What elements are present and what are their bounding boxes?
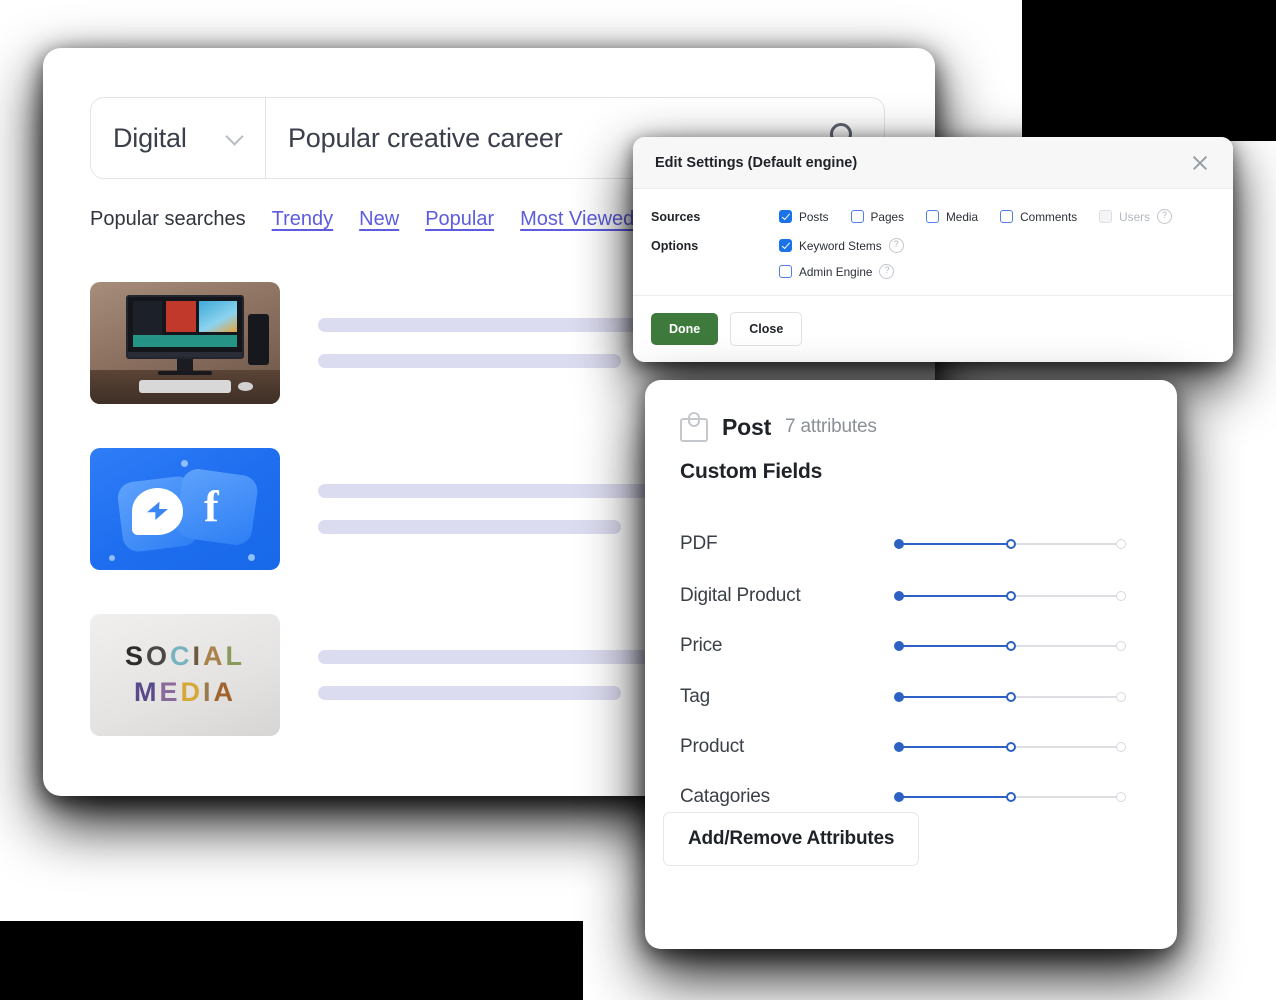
add-remove-attributes-button[interactable]: Add/Remove Attributes <box>663 812 920 866</box>
checkbox-label: Keyword Stems <box>799 238 882 253</box>
field-slider-product[interactable] <box>894 739 1126 755</box>
field-slider-catagories[interactable] <box>894 789 1126 805</box>
checkbox-box[interactable] <box>925 210 939 223</box>
checkbox-label: Admin Engine <box>799 264 873 279</box>
result-thumbnail-social-media: SOCIAL MEDIA <box>90 614 280 736</box>
options-row: Options Keyword Stems ? Admin Engine ? <box>651 238 1211 279</box>
popular-searches-label: Popular searches <box>90 208 246 230</box>
checkbox-admin-engine[interactable]: Admin Engine ? <box>779 264 904 279</box>
placeholder-bar <box>318 520 621 534</box>
checkbox-comments[interactable]: Comments <box>1000 210 1077 224</box>
dialog-footer: Done Close <box>633 295 1233 362</box>
close-icon[interactable] <box>1189 152 1211 174</box>
category-select-label: Digital <box>113 122 187 153</box>
checkbox-keyword-stems[interactable]: Keyword Stems ? <box>779 238 904 253</box>
page-title: Post <box>722 413 772 440</box>
popular-link-new[interactable]: New <box>359 208 399 231</box>
chevron-down-icon <box>227 130 243 146</box>
popular-link-most-viewed[interactable]: Most Viewed <box>520 208 634 231</box>
field-label: Catagories <box>680 786 770 807</box>
social-thumb-line2: MEDIA <box>133 677 237 708</box>
checkbox-users: Users ? <box>1099 209 1172 224</box>
popular-link-trendy[interactable]: Trendy <box>272 208 334 231</box>
shopping-bag-icon <box>680 412 708 442</box>
attributes-count: 7 attributes <box>785 416 877 437</box>
placeholder-bar <box>318 686 621 700</box>
checkbox-box[interactable] <box>779 239 792 252</box>
dialog-title: Edit Settings (Default engine) <box>655 154 858 171</box>
transparent-region-bottom-left <box>0 921 583 1000</box>
checkbox-label: Posts <box>799 209 829 224</box>
field-row-tag: Tag <box>680 686 1142 708</box>
question-mark-icon[interactable]: ? <box>879 264 895 279</box>
checkbox-label: Users <box>1119 209 1150 224</box>
checkbox-box <box>1099 210 1113 223</box>
placeholder-bar <box>318 354 621 368</box>
field-label: Tag <box>680 686 711 707</box>
result-thumbnail-video-editing <box>90 282 280 404</box>
field-slider-tag[interactable] <box>894 689 1126 705</box>
result-thumbnail-facebook-messenger: f <box>90 448 280 570</box>
checkbox-label: Pages <box>870 209 904 224</box>
field-label: Price <box>680 635 723 656</box>
checkbox-box[interactable] <box>850 210 864 223</box>
post-panel-header: Post 7 attributes <box>680 412 877 442</box>
done-button[interactable]: Done <box>651 313 719 345</box>
field-row-pdf: PDF <box>680 533 1142 555</box>
field-row-price: Price <box>680 635 1142 657</box>
field-slider-price[interactable] <box>894 638 1126 654</box>
field-label: Product <box>680 736 745 757</box>
popular-link-popular[interactable]: Popular <box>425 208 494 231</box>
checkbox-posts[interactable]: Posts <box>779 210 829 224</box>
options-label: Options <box>651 239 699 253</box>
custom-fields-heading: Custom Fields <box>680 460 823 483</box>
field-slider-pdf[interactable] <box>894 536 1126 552</box>
cancel-button[interactable]: Close <box>730 312 803 346</box>
post-attributes-panel: Post 7 attributes Custom Fields PDF Digi… <box>645 380 1177 949</box>
transparent-region-top-right <box>1022 0 1276 141</box>
checkbox-pages[interactable]: Pages <box>850 209 904 224</box>
sources-row: Sources Posts Pages Media Comments Users… <box>651 209 1211 224</box>
social-thumb-line1: SOCIAL <box>124 640 246 671</box>
checkbox-label: Comments <box>1020 209 1078 224</box>
search-input-value: Popular creative career <box>288 122 563 153</box>
options-checkbox-group: Keyword Stems ? Admin Engine ? <box>779 238 926 279</box>
checkbox-box[interactable] <box>1000 210 1014 223</box>
dialog-body: Sources Posts Pages Media Comments Users… <box>633 189 1233 307</box>
question-mark-icon[interactable]: ? <box>1156 209 1172 224</box>
field-label: PDF <box>680 533 718 554</box>
checkbox-box[interactable] <box>779 210 792 223</box>
edit-settings-dialog: Edit Settings (Default engine) Sources P… <box>633 137 1233 362</box>
sources-label: Sources <box>651 210 701 224</box>
field-row-catagories: Catagories <box>680 786 1142 808</box>
field-row-digital-product: Digital Product <box>680 585 1142 607</box>
popular-searches-row: Popular searches Trendy New Popular Most… <box>90 208 634 231</box>
field-row-product: Product <box>680 736 1142 758</box>
field-slider-digital-product[interactable] <box>894 588 1126 604</box>
field-label: Digital Product <box>680 585 801 606</box>
category-select[interactable]: Digital <box>91 98 266 178</box>
checkbox-label: Media <box>945 209 979 224</box>
checkbox-box[interactable] <box>779 265 792 278</box>
dialog-header: Edit Settings (Default engine) <box>633 137 1233 189</box>
question-mark-icon[interactable]: ? <box>888 238 904 253</box>
screenshot-canvas: Digital Popular creative career Popular … <box>0 0 1276 1000</box>
checkbox-media[interactable]: Media <box>925 209 979 224</box>
sources-checkbox-group: Posts Pages Media Comments Users ? <box>779 209 1194 224</box>
